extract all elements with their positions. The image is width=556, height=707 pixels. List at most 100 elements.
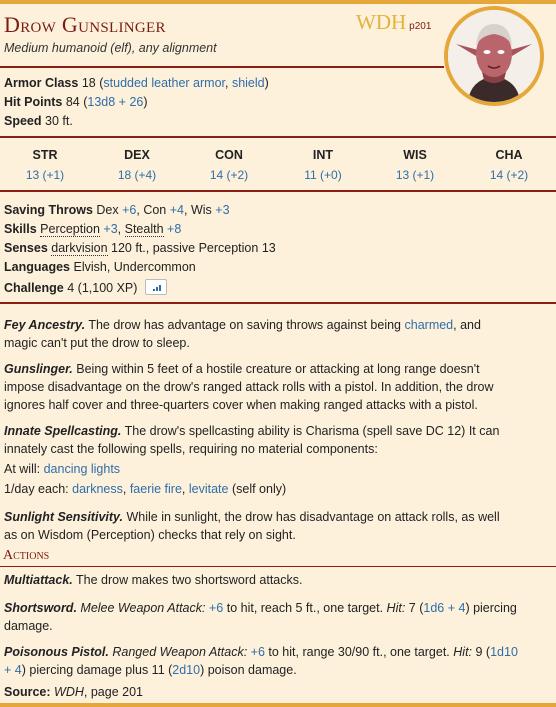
actions-heading: Actions: [3, 548, 50, 563]
armor-separator: ,: [225, 76, 232, 90]
ability-label: CON: [215, 148, 243, 162]
damage-roll-bonus[interactable]: + 4: [4, 663, 22, 677]
challenge-label: Challenge: [4, 281, 64, 295]
languages-value: Elvish, Undercommon: [73, 260, 196, 274]
ability-label: STR: [32, 148, 58, 162]
ability-con: CON 14 (+2): [184, 148, 274, 182]
damage-roll[interactable]: 1d6 + 4: [423, 601, 465, 615]
challenge-chart-icon[interactable]: [144, 279, 167, 295]
action-text: The drow makes two shortsword attacks.: [76, 573, 303, 587]
spell-separator: ,: [181, 482, 189, 496]
trait-text: innately cast the following spells, requ…: [4, 442, 378, 456]
spell-darkness-link[interactable]: darkness: [72, 482, 123, 496]
skill-stealth[interactable]: Stealth: [124, 222, 164, 237]
ability-score-roll[interactable]: 11 (+0): [278, 168, 368, 182]
source-book-link[interactable]: WDH: [54, 685, 84, 699]
shield-link[interactable]: shield: [232, 76, 265, 90]
details-divider: [0, 302, 556, 304]
studded-leather-armor-link[interactable]: studded leather armor: [103, 76, 225, 90]
skills-label: Skills: [4, 222, 37, 236]
source-page[interactable]: p201: [409, 21, 431, 32]
save-dex-label: Dex: [96, 203, 119, 217]
ability-score-roll[interactable]: 13 (+1): [370, 168, 460, 182]
damage-average: 7 (: [408, 601, 424, 615]
abilities-divider: [0, 190, 556, 192]
ability-score-roll[interactable]: 13 (+1): [0, 168, 90, 182]
save-dex-roll[interactable]: +6: [122, 203, 136, 217]
spells-per-day-row: 1/day each: darkness, faerie fire, levit…: [4, 482, 286, 496]
skill-stealth-roll[interactable]: +8: [167, 222, 181, 236]
actions-divider: [0, 566, 556, 567]
creature-portrait[interactable]: [444, 6, 544, 106]
source-footer: Source: WDH, page 201: [4, 685, 143, 699]
ability-label: WIS: [403, 148, 427, 162]
hit-points-label: Hit Points: [4, 95, 63, 109]
attack-roll[interactable]: +6: [209, 601, 223, 615]
bottom-accent-bar: [0, 703, 556, 707]
ability-score-roll[interactable]: 18 (+4): [92, 168, 182, 182]
ability-score-roll[interactable]: 14 (+2): [184, 168, 274, 182]
spell-dancing-lights-link[interactable]: dancing lights: [44, 462, 120, 476]
trait-fey-ancestry: Fey Ancestry. The drow has advantage on …: [4, 316, 552, 352]
attack-type: Melee Weapon Attack:: [80, 601, 206, 615]
hit-points-row: Hit Points 84 (13d8 + 26): [4, 95, 148, 109]
spell-separator: ,: [122, 482, 130, 496]
stats-divider: [0, 136, 556, 138]
speed-value: 30 ft.: [45, 114, 73, 128]
hit-label: Hit:: [386, 601, 406, 615]
ability-label: CHA: [495, 148, 523, 162]
trait-text: magic can't put the drow to sleep.: [4, 336, 190, 350]
creature-meta: Medium humanoid (elf), any alignment: [4, 41, 217, 55]
poison-damage-roll[interactable]: 2d10: [172, 663, 200, 677]
save-wis-roll[interactable]: +3: [215, 203, 229, 217]
source-page-text: , page 201: [83, 685, 143, 699]
languages-label: Languages: [4, 260, 70, 274]
ability-dex: DEX 18 (+4): [92, 148, 182, 182]
senses-row: Senses darkvision 120 ft., passive Perce…: [4, 241, 276, 256]
trait-title: Innate Spellcasting.: [4, 424, 122, 438]
action-title: Multiattack.: [4, 573, 73, 587]
source-badge[interactable]: WDH p201: [356, 10, 431, 35]
trait-title: Sunlight Sensitivity.: [4, 510, 123, 524]
trait-text: While in sunlight, the drow has disadvan…: [126, 510, 500, 524]
action-multiattack: Multiattack. The drow makes two shortswo…: [4, 573, 303, 587]
drow-portrait-image: [448, 10, 540, 102]
save-con-roll[interactable]: +4: [170, 203, 184, 217]
senses-value: 120 ft., passive Perception 13: [111, 241, 276, 255]
attack-roll[interactable]: +6: [251, 645, 265, 659]
creature-name: Drow Gunslinger: [4, 12, 166, 37]
trait-title: Gunslinger.: [4, 362, 73, 376]
skills-row: Skills Perception +3, Stealth +8: [4, 222, 181, 237]
armor-class-value: 18: [81, 76, 96, 90]
spells-at-will-label: At will:: [4, 462, 41, 476]
ability-label: DEX: [124, 148, 150, 162]
ability-score-roll[interactable]: 14 (+2): [464, 168, 554, 182]
action-shortsword: Shortsword. Melee Weapon Attack: +6 to h…: [4, 599, 552, 635]
source-label: Source:: [4, 685, 51, 699]
save-con-label: , Con: [136, 203, 167, 217]
damage-roll[interactable]: 1d10: [490, 645, 518, 659]
charmed-condition-link[interactable]: charmed: [405, 318, 454, 332]
save-wis-label: , Wis: [184, 203, 212, 217]
action-title: Shortsword.: [4, 601, 77, 615]
trait-innate-spellcasting: Innate Spellcasting. The drow's spellcas…: [4, 422, 552, 458]
saving-throws-label: Saving Throws: [4, 203, 93, 217]
source-abbr[interactable]: WDH: [356, 10, 406, 34]
armor-paren-close: ): [264, 76, 269, 90]
hit-dice-roll[interactable]: 13d8 + 26: [87, 95, 143, 109]
spells-at-will-row: At will: dancing lights: [4, 462, 120, 476]
spell-levitate-link[interactable]: levitate: [189, 482, 229, 496]
skill-perception[interactable]: Perception: [40, 222, 100, 237]
trait-text: impose disadvantage on the drow's ranged…: [4, 380, 494, 394]
hit-label: Hit:: [453, 645, 473, 659]
trait-text: The drow's spellcasting ability is Chari…: [124, 424, 500, 438]
action-text: ) poison damage.: [200, 663, 297, 677]
trait-text: Being within 5 feet of a hostile creatur…: [76, 362, 480, 376]
skill-perception-roll[interactable]: +3: [103, 222, 117, 236]
speed-label: Speed: [4, 114, 42, 128]
spell-faerie-fire-link[interactable]: faerie fire: [130, 482, 182, 496]
trait-gunslinger: Gunslinger. Being within 5 feet of a hos…: [4, 360, 552, 414]
challenge-value: 4 (1,100 XP): [67, 281, 138, 295]
darkvision-link[interactable]: darkvision: [51, 241, 108, 256]
action-text: to hit, range 30/90 ft., one target.: [268, 645, 450, 659]
